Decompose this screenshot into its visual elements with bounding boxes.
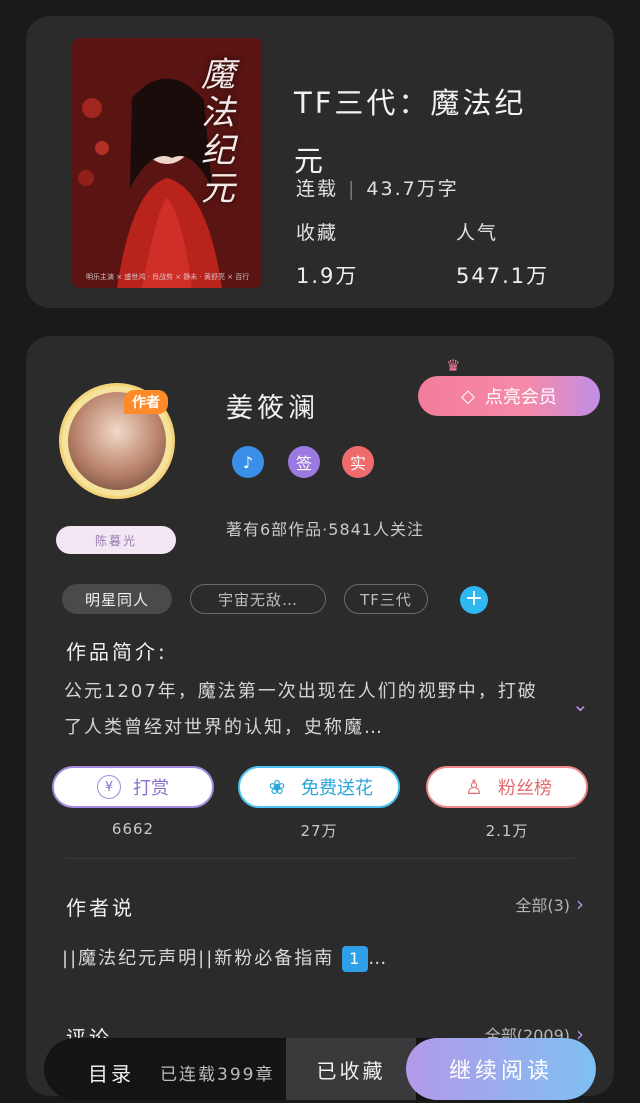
- yen-icon: ¥: [97, 775, 121, 799]
- word-count: 43.7万字: [366, 178, 459, 200]
- tag-chip[interactable]: 明星同人: [62, 584, 172, 614]
- book-title: TF三代：魔法纪 元: [294, 86, 527, 178]
- bottom-action-bar: 目录 已连载399章 已收藏 继续阅读: [44, 1038, 596, 1100]
- verified-badge[interactable]: 实: [342, 446, 374, 478]
- author-works-line: 著有6部作品·5841人关注: [226, 520, 424, 539]
- tag-chip[interactable]: 宇宙无敌…: [190, 584, 326, 614]
- chevron-right-icon: ›: [576, 892, 584, 916]
- author-card: 作者 陈暮光 姜筱澜 ♛ ◇ 点亮会员 ♪ 签 实 著有6部作品·5841人关注…: [26, 336, 614, 1096]
- favorites-label: 收藏: [296, 222, 339, 244]
- book-meta: 连载 | 43.7万字: [296, 178, 459, 200]
- tag-chip[interactable]: TF三代: [344, 584, 428, 614]
- divider: [66, 858, 574, 859]
- keycap-one-icon: 1: [342, 946, 369, 972]
- intro-text: 公元1207年，魔法第一次出现在人们的视野中，打破了人类曾经对世界的认知，史称魔…: [64, 681, 538, 738]
- add-tag-button[interactable]: +: [460, 586, 488, 614]
- flower-count: 27万: [300, 822, 338, 840]
- tip-count: 6662: [111, 820, 155, 838]
- author-tag: 作者: [124, 390, 168, 414]
- flower-icon: ❀: [268, 775, 286, 799]
- fan-rank-button[interactable]: ♙ 粉丝榜: [426, 766, 588, 808]
- send-flower-button[interactable]: ❀ 免费送花: [238, 766, 400, 808]
- music-badge-icon[interactable]: ♪: [232, 446, 264, 478]
- popularity-label: 人气: [456, 222, 499, 244]
- cover-title: 魔法纪元: [201, 55, 235, 209]
- author-badge-name: 陈暮光: [56, 526, 176, 554]
- cover-credit: 明乐主演 × 盛世鸿 · 肖战剪 × 静未 · 黄舒亮 × 百行: [86, 273, 250, 281]
- book-cover[interactable]: 魔法纪元 明乐主演 × 盛世鸿 · 肖战剪 × 静未 · 黄舒亮 × 百行: [72, 38, 262, 288]
- chevron-down-icon[interactable]: ⌄: [572, 692, 589, 716]
- popularity-value: 547.1万: [456, 264, 550, 288]
- tip-button[interactable]: ¥ 打赏: [52, 766, 214, 808]
- author-says-title: 作者说: [66, 896, 135, 920]
- diamond-icon: ◇: [461, 385, 475, 407]
- intro-title: 作品简介:: [66, 640, 168, 664]
- book-info-card: 魔法纪元 明乐主演 × 盛世鸿 · 肖战剪 × 静未 · 黄舒亮 × 百行 TF…: [26, 16, 614, 308]
- user-icon: ♙: [465, 775, 483, 799]
- fan-count: 2.1万: [485, 822, 529, 840]
- chapter-status: 已连载399章: [160, 1065, 275, 1085]
- author-says-see-all[interactable]: 全部(3) ›: [515, 892, 584, 916]
- vip-button[interactable]: ◇ 点亮会员: [418, 376, 600, 416]
- book-status: 连载: [296, 178, 339, 200]
- catalog-button[interactable]: 目录: [88, 1058, 134, 1087]
- signed-badge[interactable]: 签: [288, 446, 320, 478]
- favorites-value: 1.9万: [296, 264, 359, 288]
- crown-icon: ♛: [446, 356, 461, 375]
- continue-reading-button[interactable]: 继续阅读: [406, 1038, 596, 1100]
- collected-button[interactable]: 已收藏: [286, 1038, 416, 1100]
- author-post-item[interactable]: ||魔法纪元声明||新粉必备指南 1…: [62, 944, 388, 972]
- author-name[interactable]: 姜筱澜: [226, 386, 319, 425]
